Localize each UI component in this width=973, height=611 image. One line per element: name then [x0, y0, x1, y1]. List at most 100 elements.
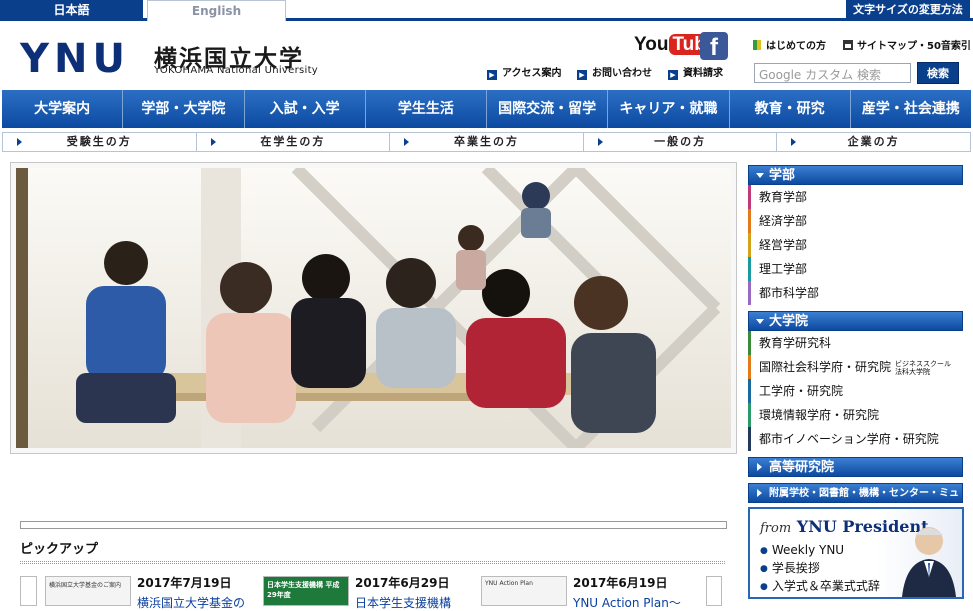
hero-photo — [16, 168, 731, 448]
faculty-engineering[interactable]: 理工学部 — [748, 257, 963, 281]
president-ynu: YNU — [796, 517, 837, 536]
pickup-title: ピックアップ — [20, 542, 99, 557]
students-photo-illustration — [16, 168, 731, 448]
triangle-right-icon — [757, 463, 762, 471]
grad-environment[interactable]: 環境情報学府・研究院 — [748, 403, 963, 427]
grad-heading[interactable]: 大学院 — [748, 311, 963, 331]
advanced-section: 高等研究院 — [748, 457, 963, 477]
contact-label: お問い合わせ — [592, 68, 652, 79]
pickup-scrollbar[interactable] — [20, 521, 727, 529]
nav-faculties[interactable]: 学部・大学院 — [123, 90, 245, 128]
pickup-item-2[interactable]: 2017年6月29日 日本学生支援機構 — [355, 574, 451, 611]
beginner-mark-icon — [753, 40, 761, 50]
audience-current[interactable]: 在学生の方 — [197, 133, 391, 151]
grad-engineering[interactable]: 工学府・研究院 — [748, 379, 963, 403]
pickup-thumb-2[interactable]: 日本学生支援機構 平成29年度 — [263, 576, 349, 606]
pickup-next-button[interactable] — [706, 576, 722, 606]
request-link[interactable]: ▶ 資料請求 — [668, 64, 723, 80]
affiliated-section: 附属学校・図書館・機構・センター・ミュージアム — [748, 483, 963, 519]
president-box[interactable]: from YNU President Weekly YNU 学長挨拶 入学式＆卒… — [748, 507, 964, 599]
sitemap-icon — [843, 40, 853, 50]
pickup-thumb-3[interactable]: YNU Action Plan — [481, 576, 567, 606]
audience-label: 在学生の方 — [260, 135, 326, 148]
triangle-down-icon — [756, 173, 764, 178]
triangle-icon — [210, 138, 216, 146]
language-bar: 日本語 English 文字サイズの変更方法 — [0, 0, 973, 21]
faculties-heading-label: 学部 — [769, 168, 796, 183]
faculty-urban[interactable]: 都市科学部 — [748, 281, 963, 305]
faculty-economics[interactable]: 経済学部 — [748, 209, 963, 233]
pickup-divider — [20, 561, 725, 564]
advanced-heading-label: 高等研究院 — [769, 460, 835, 475]
nav-international[interactable]: 国際交流・留学 — [487, 90, 609, 128]
arrow-icon: ▶ — [668, 70, 678, 80]
youtube-you-text: You — [634, 34, 669, 55]
grad-education[interactable]: 教育学研究科 — [748, 331, 963, 355]
grad-heading-label: 大学院 — [769, 314, 809, 329]
pickup-thumb-1[interactable]: 横浜国立大学基金のご案内 — [45, 576, 131, 606]
ynu-logo[interactable]: YNU — [20, 38, 130, 80]
grad-urban-innovation[interactable]: 都市イノベーション学府・研究院 — [748, 427, 963, 451]
triangle-right-icon — [757, 489, 762, 497]
first-time-label: はじめての方 — [766, 41, 826, 52]
audience-nav: 受験生の方 在学生の方 卒業生の方 一般の方 企業の方 — [2, 132, 971, 152]
faculties-heading[interactable]: 学部 — [748, 165, 963, 185]
president-photo — [902, 527, 956, 597]
facebook-icon[interactable]: f — [700, 32, 728, 61]
triangle-icon — [597, 138, 603, 146]
pickup-item-1[interactable]: 2017年7月19日 横浜国立大学基金の — [137, 574, 245, 611]
business-school-note: ビジネススクール — [895, 359, 952, 368]
request-label: 資料請求 — [683, 68, 723, 79]
pickup-date: 2017年6月29日 — [355, 576, 450, 590]
pickup-link[interactable]: YNU Action Plan～ — [573, 594, 681, 611]
triangle-down-icon — [756, 319, 764, 324]
english-tab[interactable]: English — [147, 0, 286, 21]
hero-banner[interactable] — [10, 162, 737, 454]
access-link[interactable]: ▶ アクセス案内 — [487, 64, 562, 80]
search-input[interactable]: Google カスタム 検索 — [754, 63, 911, 83]
search-button[interactable]: 検索 — [917, 62, 959, 84]
grad-social-sciences-label: 国際社会科学府・研究院 — [759, 360, 892, 374]
pickup-date: 2017年7月19日 — [137, 576, 232, 590]
affiliated-heading[interactable]: 附属学校・図書館・機構・センター・ミュージアム — [748, 483, 963, 519]
first-time-link[interactable]: はじめての方 — [753, 37, 826, 52]
pickup-link[interactable]: 横浜国立大学基金の — [137, 594, 245, 611]
pickup-item-3[interactable]: 2017年6月19日 YNU Action Plan～ — [573, 574, 681, 611]
pickup-prev-button[interactable] — [20, 576, 37, 606]
global-nav: 大学案内 学部・大学院 入試・入学 学生生活 国際交流・留学 キャリア・就職 教… — [2, 90, 971, 128]
advanced-heading[interactable]: 高等研究院 — [748, 457, 963, 477]
nav-about[interactable]: 大学案内 — [2, 90, 124, 128]
grad-social-sciences[interactable]: 国際社会科学府・研究院 ビジネススクール 法科大学院 — [748, 355, 963, 379]
pickup-link[interactable]: 日本学生支援機構 — [355, 594, 451, 611]
faculties-section: 学部 教育学部 経済学部 経営学部 理工学部 都市科学部 — [748, 165, 963, 305]
triangle-icon — [791, 138, 797, 146]
pickup-date: 2017年6月19日 — [573, 576, 668, 590]
nav-research[interactable]: 教育・研究 — [730, 90, 851, 128]
nav-student-life[interactable]: 学生生活 — [366, 90, 487, 128]
arrow-icon: ▶ — [577, 70, 587, 80]
sitemap-link[interactable]: サイトマップ・50音索引 — [843, 37, 971, 52]
nav-career[interactable]: キャリア・就職 — [608, 90, 730, 128]
faculty-education[interactable]: 教育学部 — [748, 185, 963, 209]
access-label: アクセス案内 — [502, 68, 562, 79]
audience-prospective[interactable]: 受験生の方 — [3, 133, 197, 151]
audience-alumni[interactable]: 卒業生の方 — [390, 133, 584, 151]
japanese-tab[interactable]: 日本語 — [0, 0, 143, 21]
nav-admissions[interactable]: 入試・入学 — [245, 90, 366, 128]
triangle-icon — [404, 138, 410, 146]
audience-business[interactable]: 企業の方 — [777, 133, 970, 151]
university-name-en: YOKOHAMA National University — [154, 65, 319, 76]
arrow-icon: ▶ — [487, 70, 497, 80]
audience-general[interactable]: 一般の方 — [584, 133, 778, 151]
audience-label: 一般の方 — [654, 135, 707, 148]
president-from: from — [760, 521, 792, 536]
font-size-help-link[interactable]: 文字サイズの変更方法 — [846, 0, 970, 19]
contact-link[interactable]: ▶ お問い合わせ — [577, 64, 652, 80]
faculty-business[interactable]: 経営学部 — [748, 233, 963, 257]
law-school-note: 法科大学院 — [895, 367, 931, 376]
nav-industry[interactable]: 産学・社会連携 — [851, 90, 971, 128]
grad-note: ビジネススクール 法科大学院 — [895, 360, 951, 376]
triangle-icon — [17, 138, 22, 146]
site-header: YNU 横浜国立大学 YOKOHAMA National University … — [0, 24, 973, 90]
audience-label: 卒業生の方 — [453, 135, 519, 148]
